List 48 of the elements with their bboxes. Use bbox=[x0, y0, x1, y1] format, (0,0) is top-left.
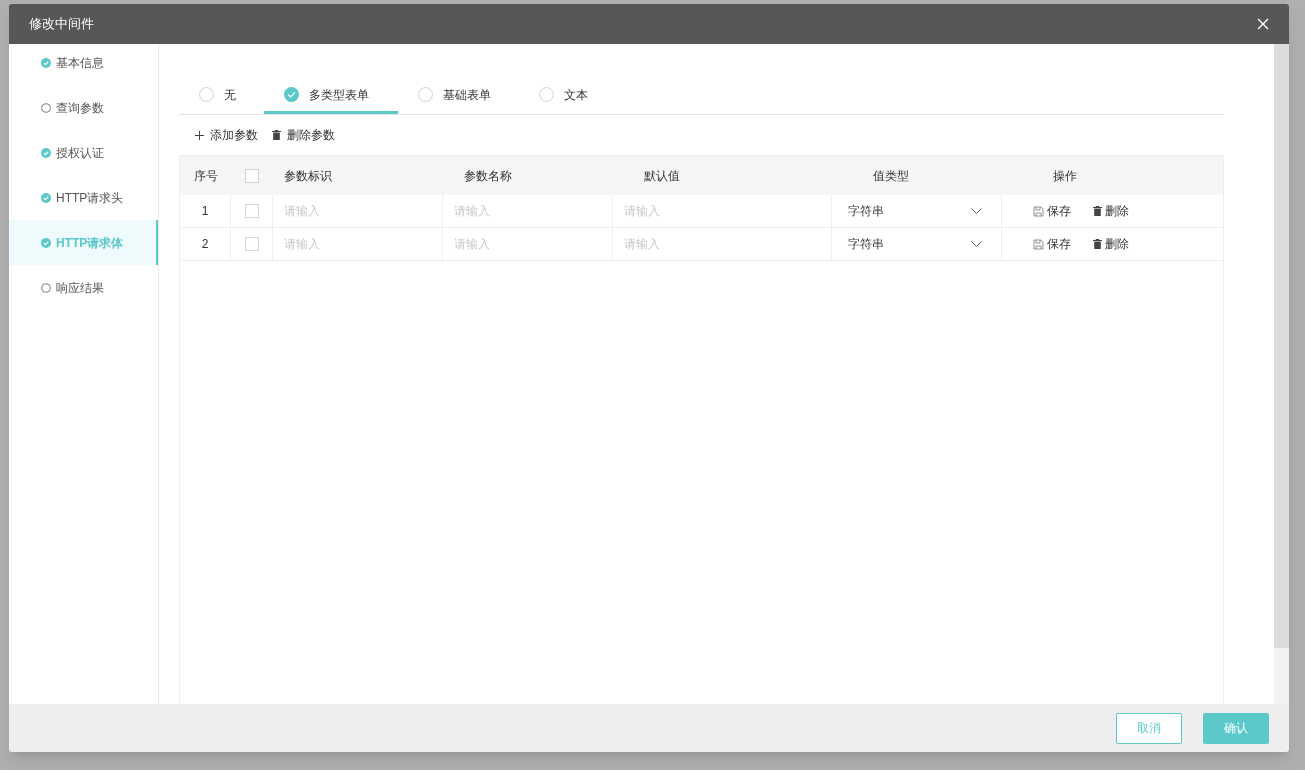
delete-params-button[interactable]: 删除参数 bbox=[272, 126, 335, 144]
step-item[interactable]: 基本信息 bbox=[9, 40, 158, 85]
checkbox[interactable] bbox=[245, 168, 259, 183]
checkbox[interactable] bbox=[244, 204, 259, 218]
save-icon bbox=[1033, 205, 1044, 217]
save-icon bbox=[1033, 238, 1044, 250]
type-select[interactable]: 字符串 bbox=[833, 228, 1000, 260]
delete-button[interactable]: 删除 bbox=[1093, 202, 1129, 220]
circle-icon bbox=[41, 102, 51, 113]
check-circle-icon bbox=[41, 57, 51, 68]
chevron-down-icon bbox=[971, 208, 982, 214]
trash-icon bbox=[1093, 206, 1102, 216]
dialog-title: 修改中间件 bbox=[29, 15, 94, 34]
row-number: 1 bbox=[201, 203, 209, 220]
column-header: 参数名称 bbox=[464, 167, 512, 185]
body-type-tab[interactable]: 无 bbox=[179, 75, 264, 114]
trash-icon bbox=[272, 130, 281, 140]
step-item[interactable]: 授权认证 bbox=[9, 130, 158, 175]
column-header: 参数标识 bbox=[284, 167, 332, 185]
column-header: 值类型 bbox=[873, 167, 909, 185]
step-item[interactable]: 查询参数 bbox=[9, 85, 158, 130]
type-select[interactable]: 字符串 bbox=[833, 195, 1000, 227]
check-circle-icon bbox=[41, 147, 51, 158]
trash-icon bbox=[1093, 239, 1102, 249]
column-header: 操作 bbox=[1053, 167, 1077, 185]
column-header: 默认值 bbox=[644, 167, 680, 185]
plus-icon bbox=[195, 130, 204, 140]
radio-icon bbox=[418, 87, 433, 102]
body-type-tab[interactable]: 多类型表单 bbox=[264, 75, 398, 114]
radio-icon bbox=[539, 87, 554, 102]
step-item[interactable]: 响应结果 bbox=[9, 265, 158, 310]
body-type-tab[interactable]: 文本 bbox=[519, 75, 609, 114]
check-circle-icon bbox=[41, 237, 51, 248]
column-header: 序号 bbox=[193, 167, 218, 185]
checkbox[interactable] bbox=[244, 237, 259, 251]
circle-icon bbox=[41, 282, 51, 293]
save-button[interactable]: 保存 bbox=[1033, 202, 1071, 220]
close-icon[interactable] bbox=[1257, 18, 1269, 30]
radio-checked-icon bbox=[284, 87, 299, 102]
row-number: 2 bbox=[201, 236, 209, 253]
step-item[interactable]: HTTP请求头 bbox=[9, 175, 158, 220]
check-circle-icon bbox=[41, 192, 51, 203]
radio-icon bbox=[199, 87, 214, 102]
delete-button[interactable]: 删除 bbox=[1093, 235, 1129, 253]
save-button[interactable]: 保存 bbox=[1033, 235, 1071, 253]
body-type-tab[interactable]: 基础表单 bbox=[398, 75, 519, 114]
add-param-button[interactable]: 添加参数 bbox=[195, 126, 258, 144]
chevron-down-icon bbox=[971, 241, 982, 247]
